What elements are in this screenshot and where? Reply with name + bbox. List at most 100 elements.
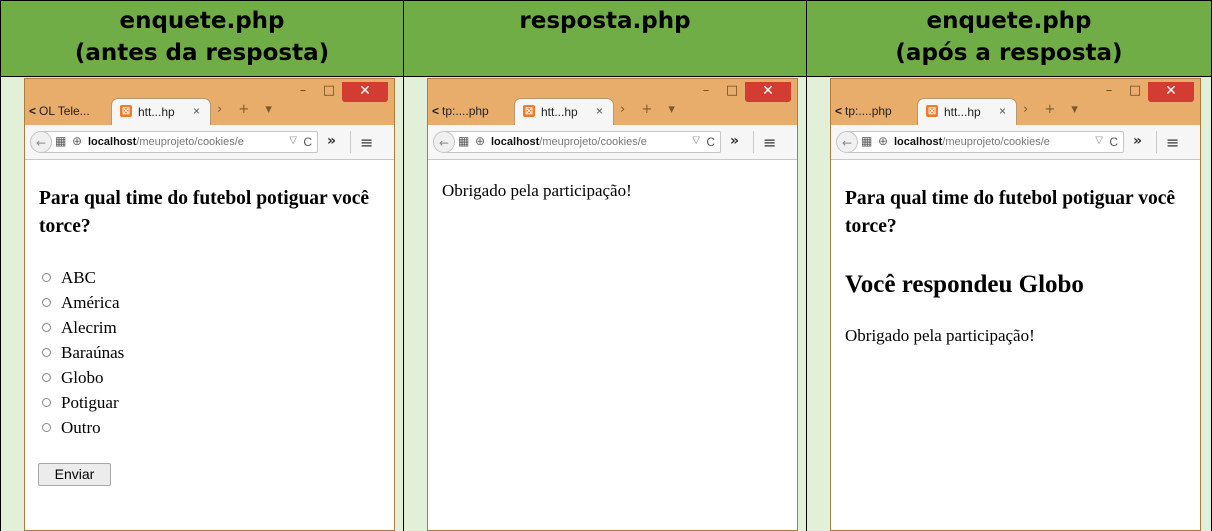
tab-close-icon[interactable]: × <box>596 104 603 118</box>
globe-icon: ⊕ <box>72 134 83 148</box>
option-label: ABC <box>61 268 96 287</box>
favicon-icon: ☒ <box>523 105 535 117</box>
tab-previous[interactable]: < tp:....php <box>835 104 892 118</box>
radio-button[interactable] <box>42 273 51 282</box>
submit-button[interactable]: Enviar <box>38 463 111 486</box>
divider <box>1156 131 1157 153</box>
tab-strip: < OL Tele... ☒ htt...hp × › + ▾ <box>25 97 394 125</box>
option-america[interactable]: América <box>42 290 124 315</box>
url-path: /meuprojeto/cookies/e <box>539 136 647 148</box>
browser-window-3: – □ ✕ < tp:....php ☒ htt...hp × › + ▾ ▦ ⊕… <box>830 78 1201 531</box>
reload-icon[interactable]: C <box>706 135 715 149</box>
radio-button[interactable] <box>42 423 51 432</box>
title-bar: – □ ✕ < tp:....php ☒ htt...hp × › + ▾ <box>428 79 797 125</box>
table-border-top <box>0 0 1212 1</box>
tab-active[interactable]: ☒ htt...hp × <box>514 98 614 125</box>
option-globo[interactable]: Globo <box>42 365 124 390</box>
tab-close-icon[interactable]: × <box>999 104 1006 118</box>
option-baraunas[interactable]: Baraúnas <box>42 340 124 365</box>
chevron-left-icon[interactable]: < <box>29 104 36 118</box>
option-label: Baraúnas <box>61 343 125 362</box>
column-header-1: enquete.php (antes da resposta) <box>1 1 403 76</box>
tab-previous-label: tp:....php <box>442 104 489 118</box>
option-label: Alecrim <box>61 318 117 337</box>
tab-title: htt...hp <box>944 105 981 119</box>
header-title: resposta.php <box>519 8 691 34</box>
tab-groups-icon[interactable]: ▦ <box>458 134 469 148</box>
header-title: enquete.php <box>119 8 285 34</box>
radio-button[interactable] <box>42 348 51 357</box>
tab-active[interactable]: ☒ htt...hp × <box>111 98 211 125</box>
globe-icon: ⊕ <box>878 134 889 148</box>
dropdown-icon[interactable]: ▽ <box>692 135 700 146</box>
hamburger-menu-icon[interactable]: ≡ <box>360 133 373 152</box>
thank-you-message: Obrigado pela participação! <box>442 181 632 200</box>
reload-icon[interactable]: C <box>303 135 312 149</box>
overflow-icon[interactable]: » <box>1133 133 1142 149</box>
chevron-left-icon[interactable]: < <box>835 104 842 118</box>
chevron-left-icon[interactable]: < <box>432 104 439 118</box>
url-text[interactable]: localhost/meuprojeto/cookies/e <box>88 136 278 148</box>
question-heading: Para qual time do futebol potiguar você … <box>845 188 1176 237</box>
tab-previous[interactable]: < tp:....php <box>432 104 489 118</box>
title-bar: – □ ✕ < OL Tele... ☒ htt...hp × › + ▾ <box>25 79 394 125</box>
radio-button[interactable] <box>42 298 51 307</box>
title-bar: – □ ✕ < tp:....php ☒ htt...hp × › + ▾ <box>831 79 1200 125</box>
nav-bar: ▦ ⊕ localhost/meuprojeto/cookies/e ▽ C ←… <box>428 125 797 160</box>
option-label: Potiguar <box>61 393 119 412</box>
tab-previous-label: OL Tele... <box>39 104 90 118</box>
radio-button[interactable] <box>42 323 51 332</box>
url-text[interactable]: localhost/meuprojeto/cookies/e <box>491 136 681 148</box>
hamburger-menu-icon[interactable]: ≡ <box>763 133 776 152</box>
option-potiguar[interactable]: Potiguar <box>42 390 124 415</box>
options-list: ABC América Alecrim Baraúnas Globo Potig… <box>42 265 124 440</box>
url-bar[interactable]: ▦ ⊕ localhost/meuprojeto/cookies/e ▽ C <box>41 131 318 153</box>
option-label: Outro <box>61 418 101 437</box>
overflow-icon[interactable]: » <box>327 133 336 149</box>
tab-strip: < tp:....php ☒ htt...hp × › + ▾ <box>831 97 1200 125</box>
favicon-icon: ☒ <box>926 105 938 117</box>
nav-bar: ▦ ⊕ localhost/meuprojeto/cookies/e ▽ C ←… <box>831 125 1200 160</box>
browser-window-1: – □ ✕ < OL Tele... ☒ htt...hp × › + ▾ ▦ ⊕… <box>24 78 395 531</box>
dropdown-icon[interactable]: ▽ <box>289 135 297 146</box>
favicon-icon: ☒ <box>120 105 132 117</box>
tab-groups-icon[interactable]: ▦ <box>55 134 66 148</box>
url-bar[interactable]: ▦ ⊕ localhost/meuprojeto/cookies/e ▽ C <box>444 131 721 153</box>
question-heading: Para qual time do futebol potiguar você … <box>39 188 370 237</box>
radio-button[interactable] <box>42 373 51 382</box>
reload-icon[interactable]: C <box>1109 135 1118 149</box>
tab-groups-icon[interactable]: ▦ <box>861 134 872 148</box>
tab-previous[interactable]: < OL Tele... <box>29 104 90 118</box>
page-content: Para qual time do futebol potiguar você … <box>25 160 394 530</box>
option-outro[interactable]: Outro <box>42 415 124 440</box>
url-host: localhost <box>894 136 943 148</box>
option-label: América <box>61 293 120 312</box>
option-abc[interactable]: ABC <box>42 265 124 290</box>
dropdown-icon[interactable]: ▽ <box>1095 135 1103 146</box>
header-subtitle: (após a resposta) <box>895 40 1123 66</box>
page-content: Para qual time do futebol potiguar você … <box>831 160 1200 530</box>
option-alecrim[interactable]: Alecrim <box>42 315 124 340</box>
tab-close-icon[interactable]: × <box>193 104 200 118</box>
tab-active[interactable]: ☒ htt...hp × <box>917 98 1017 125</box>
url-bar[interactable]: ▦ ⊕ localhost/meuprojeto/cookies/e ▽ C <box>847 131 1124 153</box>
page-content: Obrigado pela participação! <box>428 160 797 530</box>
column-header-2: resposta.php <box>404 1 806 76</box>
divider <box>753 131 754 153</box>
radio-button[interactable] <box>42 398 51 407</box>
overflow-icon[interactable]: » <box>730 133 739 149</box>
tab-controls[interactable]: › + ▾ <box>217 102 278 117</box>
back-button-icon[interactable]: ← <box>836 131 858 153</box>
hamburger-menu-icon[interactable]: ≡ <box>1166 133 1179 152</box>
back-button-icon[interactable]: ← <box>30 131 52 153</box>
table-border-col1 <box>403 0 404 531</box>
tab-previous-label: tp:....php <box>845 104 892 118</box>
option-label: Globo <box>61 368 104 387</box>
url-host: localhost <box>88 136 137 148</box>
tab-controls[interactable]: › + ▾ <box>620 102 681 117</box>
url-text[interactable]: localhost/meuprojeto/cookies/e <box>894 136 1084 148</box>
tab-strip: < tp:....php ☒ htt...hp × › + ▾ <box>428 97 797 125</box>
header-title: enquete.php <box>926 8 1092 34</box>
tab-controls[interactable]: › + ▾ <box>1023 102 1084 117</box>
back-button-icon[interactable]: ← <box>433 131 455 153</box>
